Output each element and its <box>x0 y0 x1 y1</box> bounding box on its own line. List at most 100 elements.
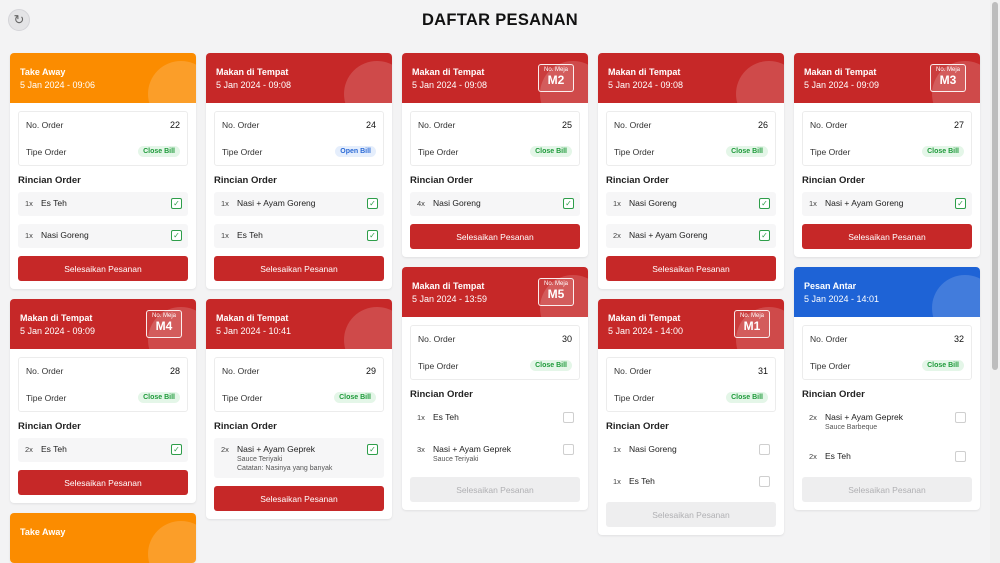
order-type-label: Tipe Order <box>810 360 851 371</box>
item-done-checkbox[interactable]: ✓ <box>759 198 770 209</box>
order-number-row: No. Order 29 <box>222 358 376 385</box>
bill-status-badge: Close Bill <box>138 392 180 404</box>
order-item-line: 2x Es Teh <box>25 444 168 454</box>
finish-order-button[interactable]: Selesaikan Pesanan <box>802 224 972 249</box>
item-name: Nasi Goreng <box>629 444 677 454</box>
item-done-checkbox[interactable]: ✓ <box>367 444 378 455</box>
item-done-checkbox[interactable]: ✓ <box>171 444 182 455</box>
order-card: Take Away 5 Jan 2024 - 09:06 No. Order 22 Ti… <box>10 53 196 289</box>
order-type-label: Tipe Order <box>810 146 851 157</box>
card-header: Makan di Tempat 5 Jan 2024 - 09:08 <box>206 53 392 103</box>
finish-order-button[interactable]: Selesaikan Pesanan <box>606 256 776 281</box>
item-quantity: 1x <box>25 198 33 208</box>
item-name: Nasi + Ayam Goreng <box>237 198 316 208</box>
finish-order-button[interactable]: Selesaikan Pesanan <box>214 256 384 281</box>
order-card: Makan di Tempat 5 Jan 2024 - 09:08 No. Ord… <box>598 53 784 289</box>
order-item[interactable]: 1x Nasi Goreng ✓ <box>18 224 188 248</box>
item-done-checkbox[interactable]: ✓ <box>171 230 182 241</box>
order-item[interactable]: 1x Nasi Goreng ✓ <box>606 192 776 216</box>
bill-status-badge: Close Bill <box>922 360 964 372</box>
order-item[interactable]: 3x Nasi + Ayam Geprek Sauce Teriyaki <box>410 438 580 469</box>
order-items: 1x Es Teh 3x Nasi + Ayam Geprek Sauce Teriya… <box>410 406 580 469</box>
scrollbar-thumb[interactable] <box>992 2 998 370</box>
card-body: No. Order 22 Tipe Order Close Bill Rincian O… <box>10 103 196 289</box>
order-item[interactable]: 2x Es Teh ✓ <box>18 438 188 462</box>
order-type-label: Tipe Order <box>222 146 263 157</box>
item-done-checkbox[interactable] <box>563 412 574 423</box>
item-name: Es Teh <box>41 444 67 454</box>
order-details-heading: Rincian Order <box>802 389 865 400</box>
order-item[interactable]: 1x Nasi + Ayam Goreng ✓ <box>802 192 972 216</box>
card-body: No. Order 28 Tipe Order Close Bill Rincian O… <box>10 349 196 503</box>
item-quantity: 2x <box>221 444 229 454</box>
order-item-line: 2x Nasi + Ayam Goreng <box>613 230 756 240</box>
item-done-checkbox[interactable]: ✓ <box>955 198 966 209</box>
order-details-heading: Rincian Order <box>606 421 669 432</box>
item-done-checkbox[interactable] <box>759 476 770 487</box>
bill-status-badge: Close Bill <box>726 392 768 404</box>
item-quantity: 1x <box>221 230 229 240</box>
order-item[interactable]: 1x Nasi + Ayam Goreng ✓ <box>214 192 384 216</box>
order-item[interactable]: 2x Es Teh <box>802 445 972 469</box>
item-done-checkbox[interactable] <box>759 444 770 455</box>
item-done-checkbox[interactable] <box>563 444 574 455</box>
order-item[interactable]: 1x Es Teh ✓ <box>214 224 384 248</box>
order-item[interactable]: 1x Es Teh <box>606 470 776 494</box>
item-done-checkbox[interactable]: ✓ <box>759 230 770 241</box>
order-type-row: Tipe Order Close Bill <box>26 139 180 166</box>
item-done-checkbox[interactable]: ✓ <box>563 198 574 209</box>
finish-order-button[interactable]: Selesaikan Pesanan <box>214 486 384 511</box>
finish-order-button[interactable]: Selesaikan Pesanan <box>410 224 580 249</box>
item-done-checkbox[interactable] <box>955 412 966 423</box>
order-item-line: 3x Nasi + Ayam Geprek <box>417 444 560 454</box>
order-items: 1x Nasi + Ayam Goreng ✓ <box>802 192 972 216</box>
order-item[interactable]: 4x Nasi Goreng ✓ <box>410 192 580 216</box>
order-type-label: Tipe Order <box>614 146 655 157</box>
finish-order-button[interactable]: Selesaikan Pesanan <box>18 470 188 495</box>
order-item-line: 4x Nasi Goreng <box>417 198 560 208</box>
order-info: No. Order 26 Tipe Order Close Bill <box>606 111 776 166</box>
order-number-row: No. Order 32 <box>810 326 964 353</box>
order-number-row: No. Order 31 <box>614 358 768 385</box>
item-quantity: 1x <box>613 198 621 208</box>
order-number-value: 25 <box>561 120 572 131</box>
item-quantity: 4x <box>417 198 425 208</box>
order-type-row: Tipe Order Close Bill <box>418 139 572 166</box>
order-number-value: 27 <box>953 120 964 131</box>
check-icon: ✓ <box>957 199 964 208</box>
item-done-checkbox[interactable]: ✓ <box>367 230 378 241</box>
order-number-label: No. Order <box>810 334 848 345</box>
check-icon: ✓ <box>173 231 180 240</box>
order-items: 2x Es Teh ✓ <box>18 438 188 462</box>
order-column: Makan di Tempat 5 Jan 2024 - 09:08 No. Ord… <box>206 53 392 563</box>
order-item[interactable]: 1x Es Teh ✓ <box>18 192 188 216</box>
order-column: Makan di Tempat 5 Jan 2024 - 09:09 No. Mej… <box>794 53 980 563</box>
item-variant: Sauce Teriyaki <box>237 456 283 463</box>
scrollbar[interactable] <box>990 0 1000 563</box>
order-number-row: No. Order 27 <box>810 112 964 139</box>
item-done-checkbox[interactable]: ✓ <box>171 198 182 209</box>
order-number-value: 26 <box>757 120 768 131</box>
order-type-row: Tipe Order Close Bill <box>810 353 964 380</box>
order-number-value: 31 <box>757 366 768 377</box>
order-item[interactable]: 2x Nasi + Ayam Goreng ✓ <box>606 224 776 248</box>
order-item[interactable]: 2x Nasi + Ayam Geprek Sauce Teriyaki Catata… <box>214 438 384 478</box>
order-info: No. Order 25 Tipe Order Close Bill <box>410 111 580 166</box>
item-name: Nasi + Ayam Goreng <box>629 230 708 240</box>
card-body: No. Order 31 Tipe Order Close Bill Rincian O… <box>598 349 784 535</box>
table-number-value: M5 <box>547 287 565 301</box>
card-header: Makan di Tempat 5 Jan 2024 - 09:08 No. Mej… <box>402 53 588 103</box>
finish-order-button[interactable]: Selesaikan Pesanan <box>18 256 188 281</box>
order-item[interactable]: 1x Nasi Goreng <box>606 438 776 462</box>
order-details-heading: Rincian Order <box>802 175 865 186</box>
order-item-line: 1x Es Teh <box>25 198 168 208</box>
item-done-checkbox[interactable]: ✓ <box>367 198 378 209</box>
bill-status-badge: Close Bill <box>334 392 376 404</box>
order-type-label: Tipe Order <box>418 360 459 371</box>
order-item[interactable]: 1x Es Teh <box>410 406 580 430</box>
page-title: DAFTAR PESANAN <box>421 11 579 29</box>
order-item[interactable]: 2x Nasi + Ayam Geprek Sauce Barbeque <box>802 406 972 437</box>
item-done-checkbox[interactable] <box>955 451 966 462</box>
order-column: Take Away 5 Jan 2024 - 09:06 No. Order 22 Ti… <box>10 53 196 563</box>
item-quantity: 1x <box>809 198 817 208</box>
